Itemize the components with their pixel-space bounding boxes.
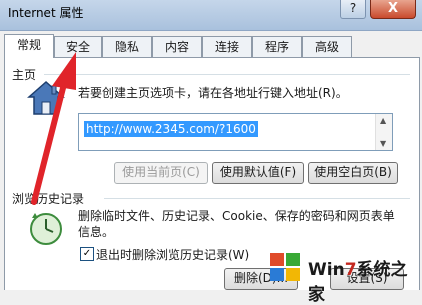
tab-content[interactable]: 内容 bbox=[152, 36, 202, 57]
scroll-down-icon[interactable]: ▼ bbox=[380, 139, 386, 148]
home-url-value: http://www.2345.com/?1600 bbox=[84, 121, 258, 137]
site-watermark: Win7系统之家 bbox=[268, 249, 418, 305]
use-blank-button[interactable]: 使用空白页(B) bbox=[308, 162, 398, 184]
home-page-icon bbox=[27, 80, 65, 115]
tab-general[interactable]: 常规 bbox=[4, 34, 54, 58]
window-title: Internet 属性 bbox=[8, 6, 84, 20]
tab-connections[interactable]: 连接 bbox=[202, 36, 252, 57]
use-current-button[interactable]: 使用当前页(C) bbox=[114, 162, 208, 184]
use-default-button[interactable]: 使用默认值(F) bbox=[212, 162, 304, 184]
history-description: 删除临时文件、历史记录、Cookie、保存的密码和网页表单信息。 bbox=[78, 209, 395, 239]
delete-on-exit-checkbox[interactable]: ✓ bbox=[80, 247, 94, 261]
close-button[interactable]: X bbox=[370, 0, 416, 19]
delete-on-exit-label: 退出时删除浏览历史记录(W) bbox=[96, 248, 250, 262]
help-button[interactable]: ? bbox=[340, 0, 366, 19]
tab-programs[interactable]: 程序 bbox=[252, 36, 302, 57]
watermark-text: Win7系统之家 bbox=[308, 260, 408, 305]
history-group-title: 浏览历史记录 bbox=[12, 192, 85, 206]
tab-advanced[interactable]: 高级 bbox=[302, 36, 352, 57]
watermark-logo-icon bbox=[270, 253, 300, 281]
title-bar: Internet 属性 ? X bbox=[0, 0, 422, 31]
tab-security[interactable]: 安全 bbox=[54, 36, 102, 57]
history-clock-icon bbox=[30, 213, 62, 245]
tab-privacy[interactable]: 隐私 bbox=[102, 36, 152, 57]
home-description: 若要创建主页选项卡，请在各地址行键入地址(R)。 bbox=[78, 86, 348, 100]
url-scrollbar[interactable]: ▲ ▼ bbox=[375, 114, 392, 150]
home-url-textarea[interactable]: http://www.2345.com/?1600 ▲ ▼ bbox=[78, 113, 393, 151]
scroll-up-icon[interactable]: ▲ bbox=[380, 116, 386, 125]
history-group-divider bbox=[104, 198, 410, 199]
home-group-divider bbox=[44, 74, 410, 75]
